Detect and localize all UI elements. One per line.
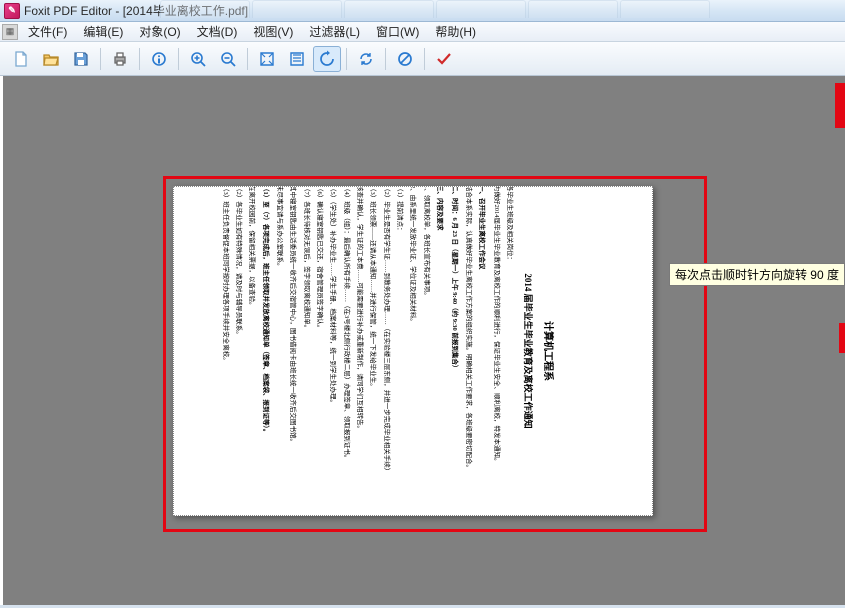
doc-line: 各毕业生班级及相关岗位： xyxy=(503,186,515,516)
doc-line: （2）各毕业生如有特殊情况，请及时与辅导员联系。 xyxy=(232,186,244,516)
zoom-out-icon xyxy=(219,50,237,68)
open-file-button[interactable] xyxy=(37,46,65,72)
printer-icon xyxy=(111,50,129,68)
file-blank-icon xyxy=(12,50,30,68)
fitw-icon xyxy=(288,50,306,68)
background-tabs xyxy=(160,0,710,18)
doc-line: 结合本系实际，认真做好毕业生离校工作方案的组织实施。明确相关工作要求，各班级要密… xyxy=(462,186,474,516)
rotate-button[interactable] xyxy=(313,46,341,72)
background-tab xyxy=(344,0,434,18)
doc-line: （4）班级（组）：最后确认所有手续……（在3号楼北侧行政楼二层）办理签章、领取报… xyxy=(339,186,351,516)
zoom-in-button[interactable] xyxy=(184,46,212,72)
pdf-page[interactable]: 计算机工程系 2014 届毕业生毕业教育及离校工作通知 各毕业生班级及相关岗位：… xyxy=(173,186,653,516)
refresh-button[interactable] xyxy=(352,46,380,72)
toolbar-separator xyxy=(247,48,248,70)
doc-line: （1）提前清点： xyxy=(393,186,405,516)
check-icon xyxy=(435,50,453,68)
doc-line: （7）各班长待核对无误后，签字领取离校通知单。 xyxy=(299,186,311,516)
doc-line: 在离开校园前，保留相关票据，以备查验。 xyxy=(245,186,257,516)
doc-line: 三、内容及要求 xyxy=(433,186,445,516)
save-file-button[interactable] xyxy=(67,46,95,72)
doc-line: （3）班长领票——还请从本通知……并进行保管，统一下发给毕业生。 xyxy=(366,186,378,516)
document-viewport[interactable]: 计算机工程系 2014 届毕业生毕业教育及离校工作通知 各毕业生班级及相关岗位：… xyxy=(3,76,845,605)
menu-过滤器[interactable]: 过滤器(L) xyxy=(301,21,368,42)
doc-line: （2）毕业生是否有学生证……到教务处办理……（在实验楼三层东侧，并进一步完成毕业… xyxy=(379,186,391,516)
info-icon xyxy=(150,50,168,68)
rotate-icon xyxy=(318,50,336,68)
forbidden-button[interactable] xyxy=(391,46,419,72)
toolbar-separator xyxy=(424,48,425,70)
annotation-marker xyxy=(839,323,845,353)
menu-帮助[interactable]: 帮助(H) xyxy=(427,21,484,42)
toolbar-separator xyxy=(346,48,347,70)
doc-line: 核查并确认，学生证的工本费……可能需要进行补办或重新制作，请同学们互相转告。 xyxy=(353,186,365,516)
menu-bar: ▦ 文件(F)编辑(E)对象(O)文档(D)视图(V)过滤器(L)窗口(W)帮助… xyxy=(0,22,845,42)
doc-department: 计算机工程系 xyxy=(538,186,557,516)
zoom-in-icon xyxy=(189,50,207,68)
menu-对象[interactable]: 对象(O) xyxy=(131,21,188,42)
menu-编辑[interactable]: 编辑(E) xyxy=(75,21,131,42)
print-button[interactable] xyxy=(106,46,134,72)
fit-width-button[interactable] xyxy=(283,46,311,72)
menu-视图[interactable]: 视图(V) xyxy=(245,21,301,42)
pdf-page-content: 计算机工程系 2014 届毕业生毕业教育及离校工作通知 各毕业生班级及相关岗位：… xyxy=(249,186,577,516)
menu-corner-icon: ▦ xyxy=(2,24,18,40)
toolbar-separator xyxy=(100,48,101,70)
background-tab xyxy=(160,0,250,18)
doc-line: （5）（学生处）补办毕业生……学生手册、档案材料等，统一到学生处办理。 xyxy=(326,186,338,516)
rotate-tooltip: 每次点击顺时针方向旋转 90 度 xyxy=(669,263,845,286)
toolbar xyxy=(0,42,845,76)
background-tab xyxy=(436,0,526,18)
doc-title: 2014 届毕业生毕业教育及离校工作通知 xyxy=(519,186,536,516)
zoom-out-button[interactable] xyxy=(214,46,242,72)
doc-line: 其中寝室钥匙由生活委员统一收齐后交宿管中心，图书借阅卡由班长统一收齐后交图书馆。 xyxy=(286,186,298,516)
doc-line: （3）班主任负责督促本班同学按时办理各项手续并安全离校。 xyxy=(218,186,230,516)
forbidden-icon xyxy=(396,50,414,68)
doc-line: （6）确认寝室钥匙已交还，宿舍管理员签字确认。 xyxy=(313,186,325,516)
background-tab xyxy=(620,0,710,18)
doc-line: 一、召开毕业生离校工作会议 xyxy=(475,186,487,516)
doc-line: 未尽事宜请与系办公室联系。 xyxy=(273,186,285,516)
doc-line: 二、时间：6 月 23 日（星期一）上午 9:40（约 9:30 前报到集合） xyxy=(447,186,459,516)
doc-line: （1）至（7）各项完成后，班主任领取并发放离校通知单（签章、档案袋、报到证等）。 xyxy=(258,186,270,516)
window-titlebar: ✎ Foxit PDF Editor - [2014毕业离校工作.pdf] xyxy=(0,0,845,22)
doc-line: 1、领取离校单，各班长宣布有关事项。 xyxy=(420,186,432,516)
check-button[interactable] xyxy=(430,46,458,72)
folder-open-icon xyxy=(42,50,60,68)
menu-窗口[interactable]: 窗口(W) xyxy=(368,21,427,42)
background-tab xyxy=(252,0,342,18)
menu-文档[interactable]: 文档(D) xyxy=(189,21,246,42)
fit-icon xyxy=(258,50,276,68)
background-tab xyxy=(528,0,618,18)
menu-文件[interactable]: 文件(F) xyxy=(20,21,75,42)
toolbar-separator xyxy=(178,48,179,70)
toolbar-separator xyxy=(139,48,140,70)
doc-line: 为做好2014届毕业生毕业教育及离校工作的顺利进行，保证毕业生安全、顺利离校，特… xyxy=(489,186,501,516)
new-file-button[interactable] xyxy=(7,46,35,72)
doc-line: 2、由系里统一发放毕业证、学位证及相关材料。 xyxy=(406,186,418,516)
annotation-marker xyxy=(835,83,845,128)
floppy-icon xyxy=(72,50,90,68)
fit-page-button[interactable] xyxy=(253,46,281,72)
refresh-icon xyxy=(357,50,375,68)
toolbar-separator xyxy=(385,48,386,70)
info-button[interactable] xyxy=(145,46,173,72)
app-icon: ✎ xyxy=(4,3,20,19)
